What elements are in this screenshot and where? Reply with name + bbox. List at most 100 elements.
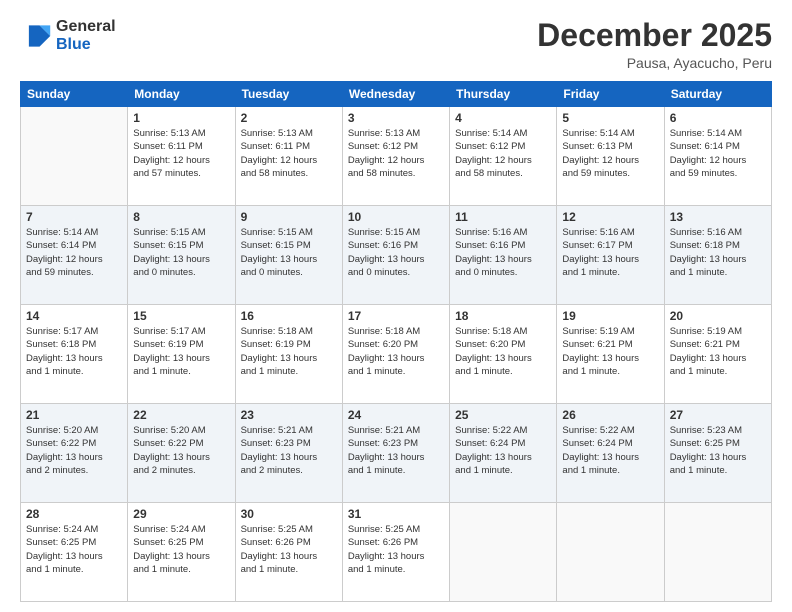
day-info: Sunrise: 5:14 AM Sunset: 6:14 PM Dayligh… bbox=[670, 127, 766, 180]
calendar-cell: 12 Sunrise: 5:16 AM Sunset: 6:17 PM Dayli… bbox=[557, 206, 664, 305]
calendar-cell: 1 Sunrise: 5:13 AM Sunset: 6:11 PM Daylig… bbox=[128, 107, 235, 206]
calendar: SundayMondayTuesdayWednesdayThursdayFrid… bbox=[20, 81, 772, 602]
day-info: Sunrise: 5:17 AM Sunset: 6:19 PM Dayligh… bbox=[133, 325, 229, 378]
day-info: Sunrise: 5:24 AM Sunset: 6:25 PM Dayligh… bbox=[26, 523, 122, 576]
calendar-cell: 11 Sunrise: 5:16 AM Sunset: 6:16 PM Dayli… bbox=[450, 206, 557, 305]
calendar-cell: 29 Sunrise: 5:24 AM Sunset: 6:25 PM Dayli… bbox=[128, 503, 235, 602]
day-number: 17 bbox=[348, 309, 444, 323]
calendar-cell: 2 Sunrise: 5:13 AM Sunset: 6:11 PM Daylig… bbox=[235, 107, 342, 206]
calendar-cell: 17 Sunrise: 5:18 AM Sunset: 6:20 PM Dayli… bbox=[342, 305, 449, 404]
day-number: 11 bbox=[455, 210, 551, 224]
day-number: 12 bbox=[562, 210, 658, 224]
calendar-cell: 22Sunrise: 5:20 AM Sunset: 6:22 PM Dayli… bbox=[128, 404, 235, 503]
day-number: 30 bbox=[241, 507, 337, 521]
calendar-cell: 13Sunrise: 5:16 AM Sunset: 6:18 PM Dayli… bbox=[664, 206, 771, 305]
day-number: 15 bbox=[133, 309, 229, 323]
calendar-cell bbox=[664, 503, 771, 602]
weekday-header-tuesday: Tuesday bbox=[235, 82, 342, 107]
calendar-cell: 9 Sunrise: 5:15 AM Sunset: 6:15 PM Daylig… bbox=[235, 206, 342, 305]
month-title: December 2025 bbox=[537, 18, 772, 53]
day-info: Sunrise: 5:18 AM Sunset: 6:20 PM Dayligh… bbox=[455, 325, 551, 378]
calendar-cell: 20Sunrise: 5:19 AM Sunset: 6:21 PM Dayli… bbox=[664, 305, 771, 404]
day-info: Sunrise: 5:21 AM Sunset: 6:23 PM Dayligh… bbox=[241, 424, 337, 477]
day-info: Sunrise: 5:16 AM Sunset: 6:17 PM Dayligh… bbox=[562, 226, 658, 279]
day-info: Sunrise: 5:15 AM Sunset: 6:15 PM Dayligh… bbox=[133, 226, 229, 279]
calendar-cell: 4 Sunrise: 5:14 AM Sunset: 6:12 PM Daylig… bbox=[450, 107, 557, 206]
weekday-header-saturday: Saturday bbox=[664, 82, 771, 107]
calendar-cell: 23 Sunrise: 5:21 AM Sunset: 6:23 PM Dayli… bbox=[235, 404, 342, 503]
day-info: Sunrise: 5:13 AM Sunset: 6:11 PM Dayligh… bbox=[133, 127, 229, 180]
day-number: 24 bbox=[348, 408, 444, 422]
calendar-cell bbox=[21, 107, 128, 206]
day-info: Sunrise: 5:13 AM Sunset: 6:11 PM Dayligh… bbox=[241, 127, 337, 180]
weekday-header-thursday: Thursday bbox=[450, 82, 557, 107]
day-info: Sunrise: 5:19 AM Sunset: 6:21 PM Dayligh… bbox=[562, 325, 658, 378]
day-number: 18 bbox=[455, 309, 551, 323]
title-block: December 2025 Pausa, Ayacucho, Peru bbox=[537, 18, 772, 71]
calendar-cell: 7 Sunrise: 5:14 AM Sunset: 6:14 PM Daylig… bbox=[21, 206, 128, 305]
subtitle: Pausa, Ayacucho, Peru bbox=[537, 55, 772, 71]
day-info: Sunrise: 5:16 AM Sunset: 6:16 PM Dayligh… bbox=[455, 226, 551, 279]
day-number: 5 bbox=[562, 111, 658, 125]
calendar-cell: 24Sunrise: 5:21 AM Sunset: 6:23 PM Dayli… bbox=[342, 404, 449, 503]
day-info: Sunrise: 5:15 AM Sunset: 6:15 PM Dayligh… bbox=[241, 226, 337, 279]
calendar-cell: 19 Sunrise: 5:19 AM Sunset: 6:21 PM Dayli… bbox=[557, 305, 664, 404]
day-number: 22 bbox=[133, 408, 229, 422]
logo-text: General Blue bbox=[56, 18, 116, 55]
day-number: 28 bbox=[26, 507, 122, 521]
weekday-header-friday: Friday bbox=[557, 82, 664, 107]
logo: General Blue bbox=[20, 18, 116, 55]
calendar-cell: 18 Sunrise: 5:18 AM Sunset: 6:20 PM Dayli… bbox=[450, 305, 557, 404]
day-info: Sunrise: 5:13 AM Sunset: 6:12 PM Dayligh… bbox=[348, 127, 444, 180]
day-info: Sunrise: 5:22 AM Sunset: 6:24 PM Dayligh… bbox=[562, 424, 658, 477]
day-number: 9 bbox=[241, 210, 337, 224]
day-info: Sunrise: 5:17 AM Sunset: 6:18 PM Dayligh… bbox=[26, 325, 122, 378]
weekday-header-row: SundayMondayTuesdayWednesdayThursdayFrid… bbox=[21, 82, 772, 107]
logo-icon bbox=[20, 20, 52, 52]
week-row-4: 21 Sunrise: 5:20 AM Sunset: 6:22 PM Dayli… bbox=[21, 404, 772, 503]
calendar-cell: 6Sunrise: 5:14 AM Sunset: 6:14 PM Daylig… bbox=[664, 107, 771, 206]
day-number: 7 bbox=[26, 210, 122, 224]
day-info: Sunrise: 5:25 AM Sunset: 6:26 PM Dayligh… bbox=[348, 523, 444, 576]
day-info: Sunrise: 5:23 AM Sunset: 6:25 PM Dayligh… bbox=[670, 424, 766, 477]
calendar-cell: 8 Sunrise: 5:15 AM Sunset: 6:15 PM Daylig… bbox=[128, 206, 235, 305]
day-number: 2 bbox=[241, 111, 337, 125]
day-number: 3 bbox=[348, 111, 444, 125]
calendar-cell: 3 Sunrise: 5:13 AM Sunset: 6:12 PM Daylig… bbox=[342, 107, 449, 206]
day-number: 10 bbox=[348, 210, 444, 224]
day-number: 13 bbox=[670, 210, 766, 224]
header: General Blue December 2025 Pausa, Ayacuc… bbox=[20, 18, 772, 71]
weekday-header-wednesday: Wednesday bbox=[342, 82, 449, 107]
day-info: Sunrise: 5:22 AM Sunset: 6:24 PM Dayligh… bbox=[455, 424, 551, 477]
calendar-cell: 28 Sunrise: 5:24 AM Sunset: 6:25 PM Dayli… bbox=[21, 503, 128, 602]
day-number: 29 bbox=[133, 507, 229, 521]
week-row-5: 28 Sunrise: 5:24 AM Sunset: 6:25 PM Dayli… bbox=[21, 503, 772, 602]
weekday-header-monday: Monday bbox=[128, 82, 235, 107]
day-info: Sunrise: 5:18 AM Sunset: 6:20 PM Dayligh… bbox=[348, 325, 444, 378]
day-number: 19 bbox=[562, 309, 658, 323]
day-info: Sunrise: 5:14 AM Sunset: 6:13 PM Dayligh… bbox=[562, 127, 658, 180]
day-number: 25 bbox=[455, 408, 551, 422]
day-info: Sunrise: 5:20 AM Sunset: 6:22 PM Dayligh… bbox=[26, 424, 122, 477]
day-number: 21 bbox=[26, 408, 122, 422]
day-info: Sunrise: 5:24 AM Sunset: 6:25 PM Dayligh… bbox=[133, 523, 229, 576]
day-info: Sunrise: 5:25 AM Sunset: 6:26 PM Dayligh… bbox=[241, 523, 337, 576]
day-info: Sunrise: 5:14 AM Sunset: 6:14 PM Dayligh… bbox=[26, 226, 122, 279]
day-number: 20 bbox=[670, 309, 766, 323]
day-number: 31 bbox=[348, 507, 444, 521]
calendar-cell: 26Sunrise: 5:22 AM Sunset: 6:24 PM Dayli… bbox=[557, 404, 664, 503]
day-number: 14 bbox=[26, 309, 122, 323]
week-row-3: 14 Sunrise: 5:17 AM Sunset: 6:18 PM Dayli… bbox=[21, 305, 772, 404]
day-info: Sunrise: 5:15 AM Sunset: 6:16 PM Dayligh… bbox=[348, 226, 444, 279]
calendar-cell: 21 Sunrise: 5:20 AM Sunset: 6:22 PM Dayli… bbox=[21, 404, 128, 503]
calendar-cell: 25 Sunrise: 5:22 AM Sunset: 6:24 PM Dayli… bbox=[450, 404, 557, 503]
day-number: 27 bbox=[670, 408, 766, 422]
day-info: Sunrise: 5:14 AM Sunset: 6:12 PM Dayligh… bbox=[455, 127, 551, 180]
calendar-cell bbox=[450, 503, 557, 602]
calendar-cell: 30 Sunrise: 5:25 AM Sunset: 6:26 PM Dayli… bbox=[235, 503, 342, 602]
day-number: 23 bbox=[241, 408, 337, 422]
day-number: 1 bbox=[133, 111, 229, 125]
day-number: 8 bbox=[133, 210, 229, 224]
calendar-cell bbox=[557, 503, 664, 602]
day-number: 4 bbox=[455, 111, 551, 125]
